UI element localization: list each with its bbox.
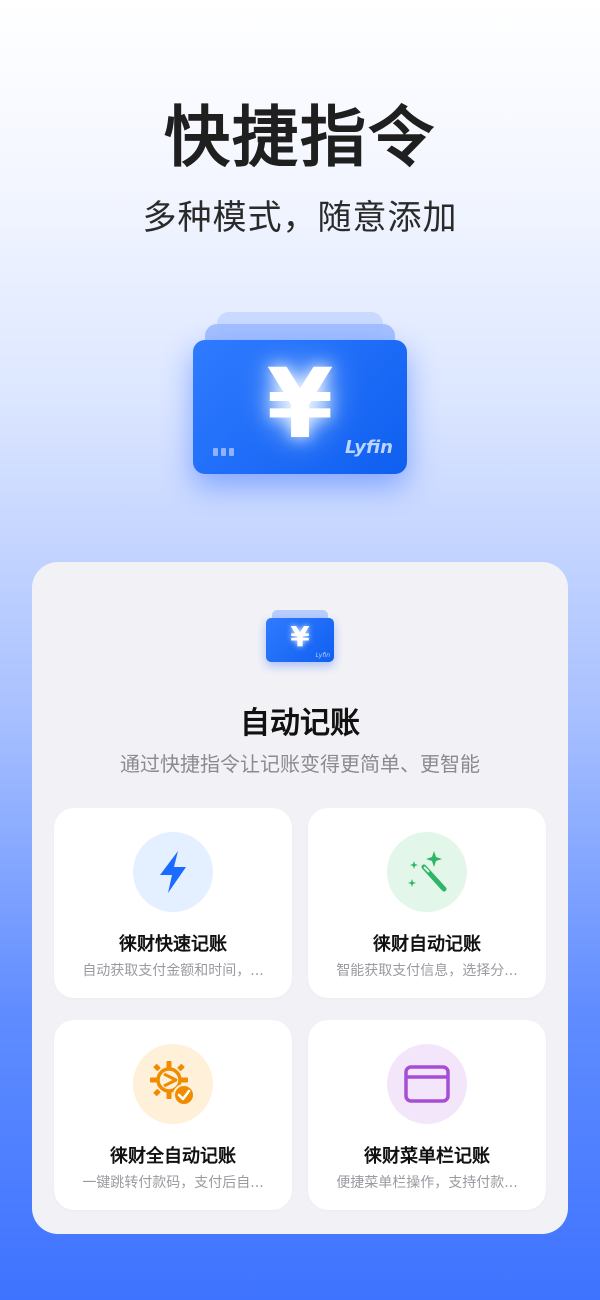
panel-title: 自动记账 bbox=[240, 706, 360, 741]
panel-description: 通过快捷指令让记账变得更简单、更智能 bbox=[120, 752, 480, 776]
card-icon-large: ¥ Lyfin bbox=[193, 312, 407, 482]
feature-description: 一键跳转付款码，支付后自... bbox=[82, 1175, 264, 1191]
magic-wand-icon bbox=[387, 832, 467, 912]
feature-full-auto-bookkeeping[interactable]: 徕财全自动记账 一键跳转付款码，支付后自... bbox=[54, 1020, 292, 1210]
feature-title: 徕财菜单栏记账 bbox=[364, 1146, 490, 1167]
feature-quick-bookkeeping[interactable]: 徕财快速记账 自动获取支付金额和时间，... bbox=[54, 808, 292, 998]
gear-check-icon bbox=[133, 1044, 213, 1124]
card-brand: Lyfin bbox=[345, 437, 393, 458]
feature-title: 徕财快速记账 bbox=[119, 934, 227, 955]
feature-title: 徕财全自动记账 bbox=[110, 1146, 236, 1167]
auto-bookkeeping-panel: ¥ Lyfin 自动记账 通过快捷指令让记账变得更简单、更智能 徕财快速记账 自… bbox=[32, 562, 568, 1234]
feature-description: 便捷菜单栏操作，支持付款... bbox=[336, 1175, 518, 1191]
hero-title: 快捷指令 bbox=[164, 99, 436, 176]
card-brand-small: Lyfin bbox=[315, 652, 330, 659]
yen-icon-small: ¥ bbox=[290, 620, 310, 653]
feature-description: 智能获取支付信息，选择分... bbox=[336, 963, 518, 979]
window-icon bbox=[387, 1044, 467, 1124]
feature-menu-bar-bookkeeping[interactable]: 徕财菜单栏记账 便捷菜单栏操作，支持付款... bbox=[308, 1020, 546, 1210]
lightning-icon bbox=[133, 832, 213, 912]
feature-description: 自动获取支付金额和时间，... bbox=[82, 963, 264, 979]
feature-title: 徕财自动记账 bbox=[373, 934, 481, 955]
card-icon-small: ¥ Lyfin bbox=[266, 610, 334, 662]
hero-subtitle: 多种模式，随意添加 bbox=[142, 198, 458, 238]
feature-auto-bookkeeping[interactable]: 徕财自动记账 智能获取支付信息，选择分... bbox=[308, 808, 546, 998]
